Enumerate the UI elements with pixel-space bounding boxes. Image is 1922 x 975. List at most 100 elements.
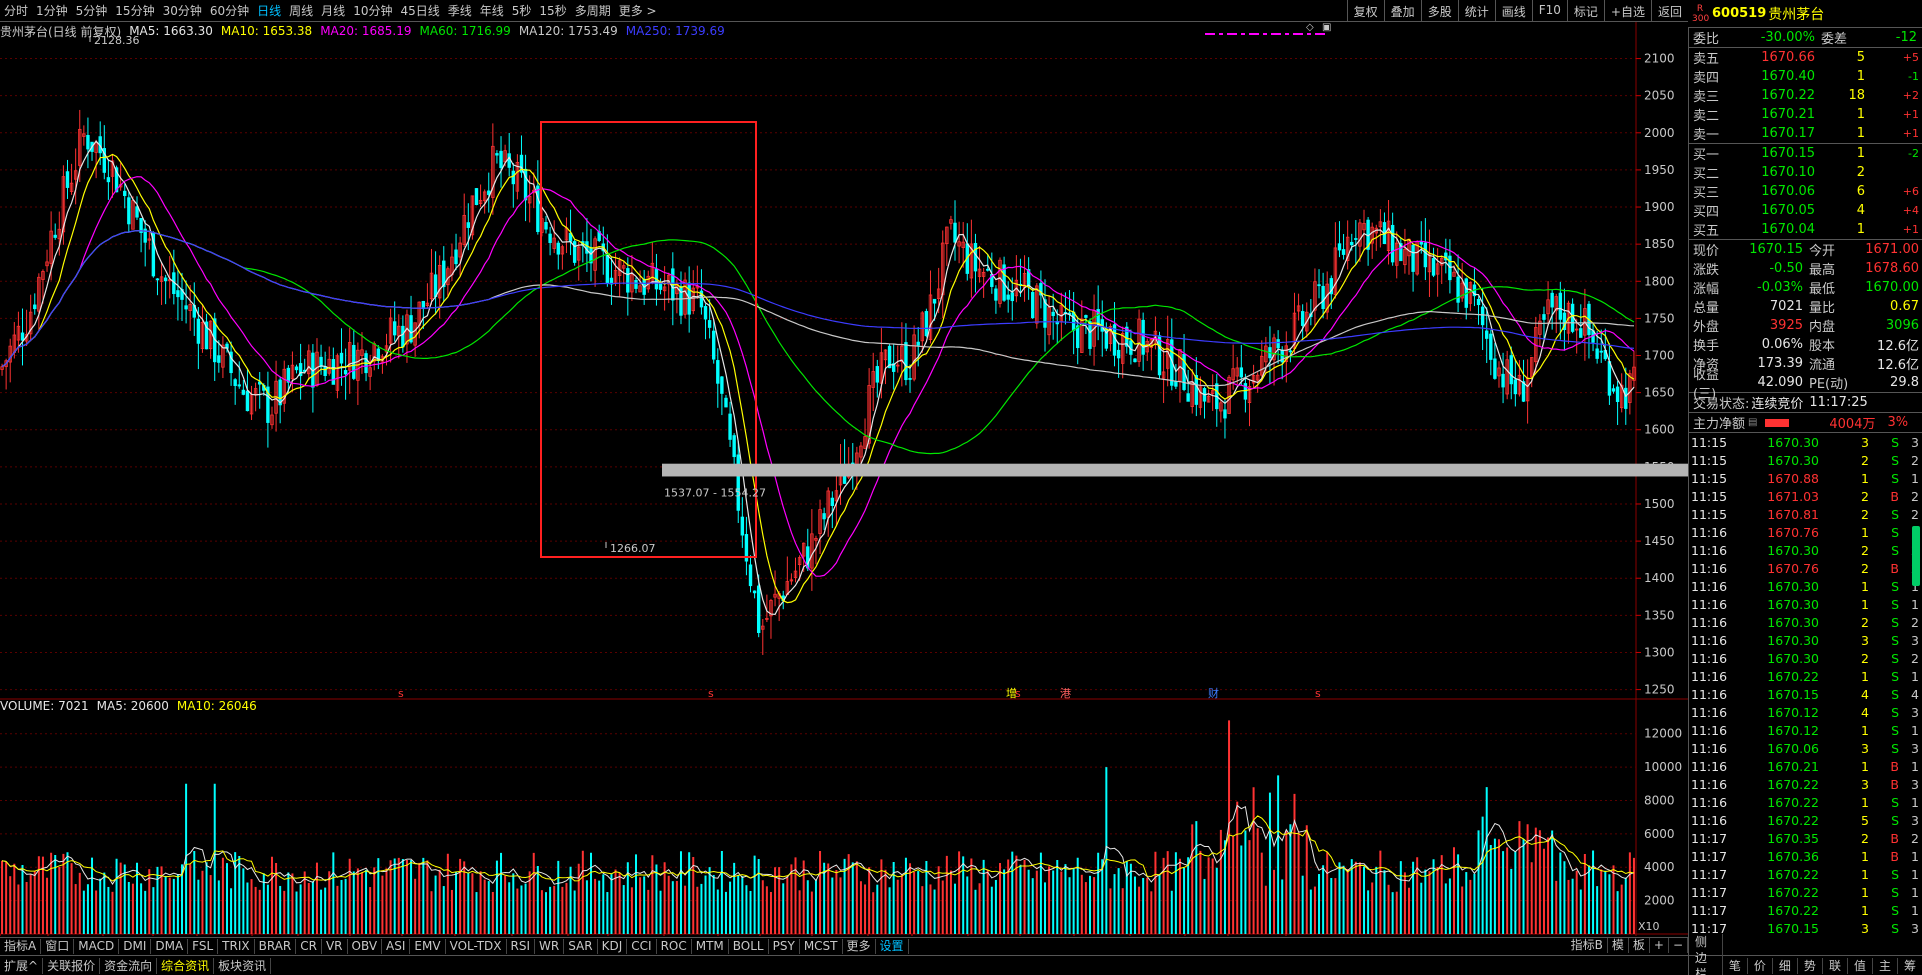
toolbar-button-8[interactable]: 返回 [1650,0,1688,21]
bottom-tab-0[interactable]: 扩展^ [0,957,44,974]
buy-row-0[interactable]: 买一 1670.15 1 -2 [1689,144,1922,163]
bottom-tab-1[interactable]: 关联报价 [43,957,101,974]
period-tab-1[interactable]: 1分钟 [32,2,72,19]
period-tab-9[interactable]: 10分钟 [349,2,396,19]
buy-row-2[interactable]: 买三 1670.06 6 +6 [1689,182,1922,201]
bottom-tab-3[interactable]: 综合资讯 [157,957,215,974]
period-tab-15[interactable]: 多周期 [571,2,615,19]
collapse-icon[interactable]: ◇ [1306,22,1314,33]
indicator-tab-1[interactable]: 窗口 [41,938,75,954]
indicator-tab-21[interactable]: BOLL [729,938,769,954]
indicator-tab-4[interactable]: DMA [151,938,189,954]
panel-footer-tab-5[interactable]: 联 [1823,957,1848,974]
tick-scrollbar[interactable] [1912,526,1920,586]
indicator-tab-8[interactable]: CR [296,938,322,954]
toolbar-button-7[interactable]: +自选 [1603,0,1651,21]
indicator-tab-3[interactable]: DMI [119,938,152,954]
panel-footer-tab-3[interactable]: 细 [1773,957,1798,974]
period-tab-5[interactable]: 60分钟 [206,2,253,19]
tick-count: 3 [1911,812,1919,828]
period-tab-2[interactable]: 5分钟 [72,2,112,19]
event-marker[interactable]: s [398,687,404,700]
indicator-right-0[interactable]: 指标B [1567,938,1608,953]
sell-row-3[interactable]: 卖二 1670.21 1 +1 [1689,105,1922,124]
indicator-tab-11[interactable]: ASI [382,938,411,954]
toolbar-button-6[interactable]: 标记 [1566,0,1604,21]
indicator-right-4[interactable]: − [1669,938,1688,953]
indicator-tab-15[interactable]: WR [535,938,565,954]
indicator-tab-20[interactable]: MTM [692,938,729,954]
window-icon[interactable]: ▣ [1322,22,1331,33]
stock-code[interactable]: 600519 [1712,6,1766,21]
indicator-tab-19[interactable]: ROC [657,938,692,954]
indicator-tab-24[interactable]: 更多 [843,938,876,954]
tick-time: 11:16 [1691,668,1728,684]
indicator-tab-5[interactable]: FSL [188,938,219,954]
panel-footer-tab-6[interactable]: 值 [1848,957,1873,974]
buy-row-1[interactable]: 买二 1670.10 2 [1689,163,1922,182]
period-tab-11[interactable]: 季线 [444,2,476,19]
period-tab-0[interactable]: 分时 [0,2,32,19]
indicator-tab-14[interactable]: RSI [507,938,536,954]
stock-name[interactable]: 贵州茅台 [1768,4,1824,24]
event-marker[interactable]: 财 [1208,686,1219,700]
tick-list[interactable]: 11:15 1670.30 3 S 3 11:15 1670.30 2 S 2 11:15 1670.… [1689,433,1922,937]
bottom-tab-4[interactable]: 板块资讯 [214,957,272,974]
indicator-right-2[interactable]: 板 [1629,938,1650,953]
candlestick-chart[interactable]: 2100 2050 2000 1950 1900 1850 1800 1750 1700 1650… [0,22,1688,936]
event-marker[interactable]: s [708,687,714,700]
indicator-right-3[interactable]: + [1650,938,1669,953]
event-marker[interactable]: 港 [1060,687,1071,700]
period-tab-16[interactable]: 更多 > [615,2,661,19]
toolbar-button-0[interactable]: 复权 [1346,0,1384,21]
sell-row-0[interactable]: 卖五 1670.66 5 +5 [1689,48,1922,67]
toolbar-button-1[interactable]: 叠加 [1383,0,1421,21]
indicator-tab-7[interactable]: BRAR [255,938,297,954]
period-tab-3[interactable]: 15分钟 [111,2,158,19]
panel-footer-tab-2[interactable]: 价 [1748,957,1773,974]
toolbar-button-2[interactable]: 多股 [1420,0,1458,21]
panel-footer-tab-0[interactable]: 侧边栏◇ [1689,933,1723,975]
period-tab-13[interactable]: 5秒 [508,2,536,19]
buy-row-4[interactable]: 买五 1670.04 1 +1 [1689,220,1922,239]
event-marker[interactable]: s [1015,687,1021,700]
sell-row-2[interactable]: 卖三 1670.22 18 +2 [1689,86,1922,105]
sell-row-4[interactable]: 卖一 1670.17 1 +1 [1689,124,1922,143]
period-tab-10[interactable]: 45日线 [396,2,443,19]
period-tab-8[interactable]: 月线 [317,2,349,19]
indicator-tab-6[interactable]: TRIX [218,938,255,954]
panel-footer-tab-7[interactable]: 主 [1873,957,1898,974]
indicator-right-1[interactable]: 模 [1608,938,1629,953]
netflow-icon[interactable]: ▤ [1748,417,1757,428]
indicator-tab-0[interactable]: 指标A [0,938,42,954]
panel-footer-tab-1[interactable]: 笔 [1723,957,1748,974]
indicator-tab-2[interactable]: MACD [74,938,120,954]
indicator-tab-13[interactable]: VOL-TDX [446,938,507,954]
candle-body [1431,258,1436,276]
indicator-tab-9[interactable]: VR [322,938,348,954]
indicator-tab-12[interactable]: EMV [410,938,446,954]
indicator-tab-10[interactable]: OBV [348,938,383,954]
indicator-tab-23[interactable]: MCST [800,938,843,954]
toolbar-button-5[interactable]: F10 [1531,0,1567,21]
period-tab-12[interactable]: 年线 [476,2,508,19]
indicator-tab-16[interactable]: SAR [564,938,598,954]
period-tab-7[interactable]: 周线 [285,2,317,19]
panel-footer-tab-4[interactable]: 势 [1798,957,1823,974]
price-band[interactable] [662,463,1688,477]
indicator-tab-17[interactable]: KDJ [598,938,628,954]
period-tab-6[interactable]: 日线 [253,2,285,19]
bottom-tab-2[interactable]: 资金流向 [100,957,158,974]
indicator-tab-18[interactable]: CCI [627,938,657,954]
sell-row-1[interactable]: 卖四 1670.40 1 -1 [1689,67,1922,86]
indicator-tab-25[interactable]: 设置 [876,938,909,954]
tick-price: 1670.30 [1767,452,1819,468]
period-tab-14[interactable]: 15秒 [535,2,570,19]
toolbar-button-3[interactable]: 统计 [1457,0,1495,21]
buy-row-3[interactable]: 买四 1670.05 4 +4 [1689,201,1922,220]
panel-footer-tab-8[interactable]: 筹 [1898,957,1922,974]
event-marker[interactable]: s [1315,687,1321,700]
toolbar-button-4[interactable]: 画线 [1494,0,1532,21]
period-tab-4[interactable]: 30分钟 [159,2,206,19]
indicator-tab-22[interactable]: PSY [769,938,800,954]
